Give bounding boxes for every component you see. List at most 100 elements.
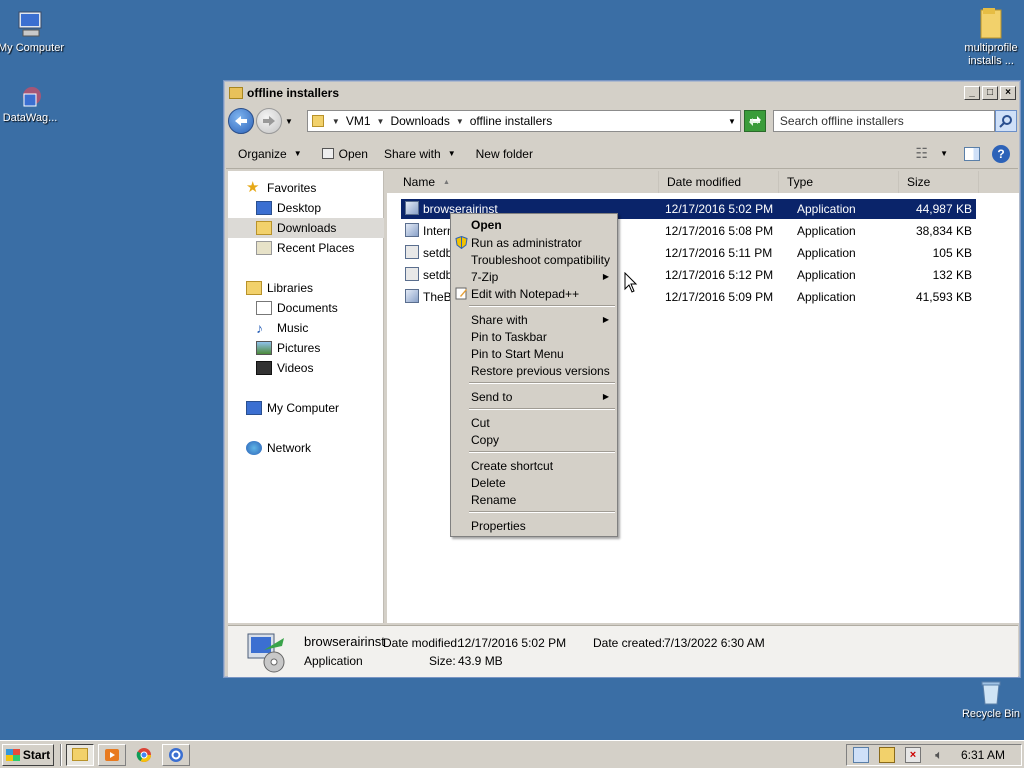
menu-item-restore[interactable]: Restore previous versions — [451, 362, 617, 379]
menu-separator — [469, 511, 615, 513]
menu-item-cut[interactable]: Cut — [451, 414, 617, 431]
column-label: Type — [787, 175, 814, 189]
taskbar-media-player[interactable] — [98, 743, 126, 766]
desktop-icon-recycle-bin[interactable]: Recycle Bin — [955, 680, 1024, 721]
taskbar-chrome[interactable] — [130, 744, 158, 766]
share-with-button[interactable]: Share with ▼ — [384, 147, 456, 161]
minimize-button[interactable]: _ — [964, 86, 980, 100]
desktop-icon-datawag[interactable]: DataWag... — [0, 86, 66, 125]
breadcrumb-vm1[interactable]: VM1 — [346, 114, 371, 128]
details-file-type: Application — [304, 654, 363, 668]
file-date: 12/17/2016 5:11 PM — [665, 246, 773, 260]
chevron-down-icon[interactable]: ▼ — [456, 117, 464, 126]
menu-item-run-as-administrator[interactable]: Run as administrator — [451, 234, 617, 251]
nav-pictures[interactable]: Pictures — [228, 338, 384, 358]
refresh-button[interactable] — [743, 110, 766, 132]
menu-item-pin-taskbar[interactable]: Pin to Taskbar — [451, 328, 617, 345]
organize-button[interactable]: Organize ▼ — [238, 147, 302, 161]
menu-label: 7-Zip — [471, 269, 499, 284]
start-button[interactable]: Start — [2, 743, 54, 766]
open-icon — [321, 148, 334, 159]
nav-favorites[interactable]: ★ Favorites — [228, 178, 384, 198]
mouse-cursor-icon — [624, 272, 638, 293]
menu-separator — [469, 305, 615, 307]
chevron-down-icon[interactable]: ▼ — [377, 117, 385, 126]
forward-button[interactable] — [256, 108, 282, 134]
menu-item-delete[interactable]: Delete — [451, 474, 617, 491]
taskbar-explorer[interactable] — [66, 743, 94, 766]
network-tray-icon[interactable] — [853, 746, 869, 763]
help-icon[interactable]: ? — [992, 144, 1010, 163]
arrow-left-icon — [235, 116, 247, 126]
recent-pages-dropdown[interactable]: ▼ — [285, 117, 293, 126]
column-header-name[interactable]: Name ▲ — [387, 171, 659, 193]
search-button[interactable] — [994, 110, 1017, 132]
menu-item-edit-notepad[interactable]: Edit with Notepad++ — [451, 285, 617, 302]
share-with-label: Share with — [383, 146, 441, 161]
menu-item-rename[interactable]: Rename — [451, 491, 617, 508]
nav-recent-places[interactable]: Recent Places — [228, 238, 384, 258]
nav-libraries[interactable]: Libraries — [228, 278, 384, 298]
desktop-icon-label: multiprofile installs ... — [964, 42, 1018, 67]
desktop-icon-my-computer[interactable]: My Computer — [0, 8, 67, 55]
datawag-icon — [23, 87, 41, 107]
open-button[interactable]: Open — [321, 147, 368, 161]
volume-icon[interactable]: 🔈︎ — [931, 747, 947, 763]
menu-label: Share with — [471, 312, 528, 327]
menu-item-7zip[interactable]: 7-Zip ▶ — [451, 268, 617, 285]
menu-item-send-to[interactable]: Send to ▶ — [451, 388, 617, 405]
menu-item-copy[interactable]: Copy — [451, 431, 617, 448]
back-button[interactable] — [228, 108, 254, 134]
nav-label: Music — [277, 321, 309, 335]
close-button[interactable]: × — [1000, 86, 1016, 100]
nav-label: Documents — [277, 301, 338, 315]
menu-item-properties[interactable]: Properties — [451, 517, 617, 534]
menu-item-create-shortcut[interactable]: Create shortcut — [451, 457, 617, 474]
breadcrumb-offline-installers[interactable]: offline installers — [470, 114, 553, 128]
nav-downloads[interactable]: Downloads — [228, 218, 384, 238]
nav-documents[interactable]: Documents — [228, 298, 384, 318]
nav-my-computer[interactable]: My Computer — [228, 398, 384, 418]
chevron-down-icon[interactable]: ▼ — [332, 117, 340, 126]
windows-logo-icon — [5, 748, 20, 761]
nav-label: Pictures — [277, 341, 321, 355]
column-header-size[interactable]: Size — [899, 171, 979, 193]
title-bar[interactable]: offline installers _ □ × — [226, 83, 1018, 103]
file-name: setdb — [423, 268, 453, 282]
preview-pane-icon[interactable] — [964, 146, 980, 161]
menu-label: Cut — [471, 415, 490, 430]
details-size: 43.9 MB — [458, 654, 503, 668]
breadcrumb-downloads[interactable]: Downloads — [390, 114, 449, 128]
menu-item-share-with[interactable]: Share with ▶ — [451, 311, 617, 328]
new-folder-button[interactable]: New folder — [476, 147, 533, 161]
installer-icon — [405, 201, 419, 215]
column-header-date-modified[interactable]: Date modified — [659, 171, 779, 193]
address-bar[interactable]: ▼ VM1 ▼ Downloads ▼ offline installers ▼ — [306, 110, 741, 132]
network-disconnected-icon[interactable]: × — [905, 746, 921, 763]
views-icon[interactable]: ☷ — [916, 145, 929, 162]
nav-network[interactable]: Network — [228, 438, 384, 458]
menu-label: Run as administrator — [471, 235, 582, 250]
search-input[interactable]: Search offline installers — [772, 110, 995, 132]
action-center-icon[interactable] — [879, 746, 895, 763]
taskbar-browser[interactable] — [162, 743, 190, 766]
nav-videos[interactable]: Videos — [228, 358, 384, 378]
installer-icon — [405, 289, 419, 303]
address-row: ▼ ▼ VM1 ▼ Downloads ▼ offline installers… — [228, 107, 1018, 135]
clock[interactable]: 6:31 AM — [961, 748, 1005, 762]
menu-item-open[interactable]: Open — [451, 216, 617, 233]
menu-item-pin-start[interactable]: Pin to Start Menu — [451, 345, 617, 362]
nav-music[interactable]: ♪ Music — [228, 318, 384, 338]
maximize-button[interactable]: □ — [982, 86, 998, 100]
desktop-icon-multiprofile[interactable]: multiprofile installs ... — [955, 6, 1024, 68]
column-header-type[interactable]: Type — [779, 171, 899, 193]
submenu-arrow-icon: ▶ — [602, 272, 609, 281]
menu-item-troubleshoot[interactable]: Troubleshoot compatibility — [451, 251, 617, 268]
search-placeholder: Search offline installers — [779, 114, 904, 128]
shield-icon — [455, 236, 468, 249]
application-icon — [405, 245, 419, 259]
nav-desktop[interactable]: Desktop — [228, 198, 384, 218]
details-size-label: Size: — [429, 654, 456, 668]
address-dropdown[interactable]: ▼ — [728, 117, 736, 126]
chevron-down-icon[interactable]: ▼ — [940, 149, 948, 158]
